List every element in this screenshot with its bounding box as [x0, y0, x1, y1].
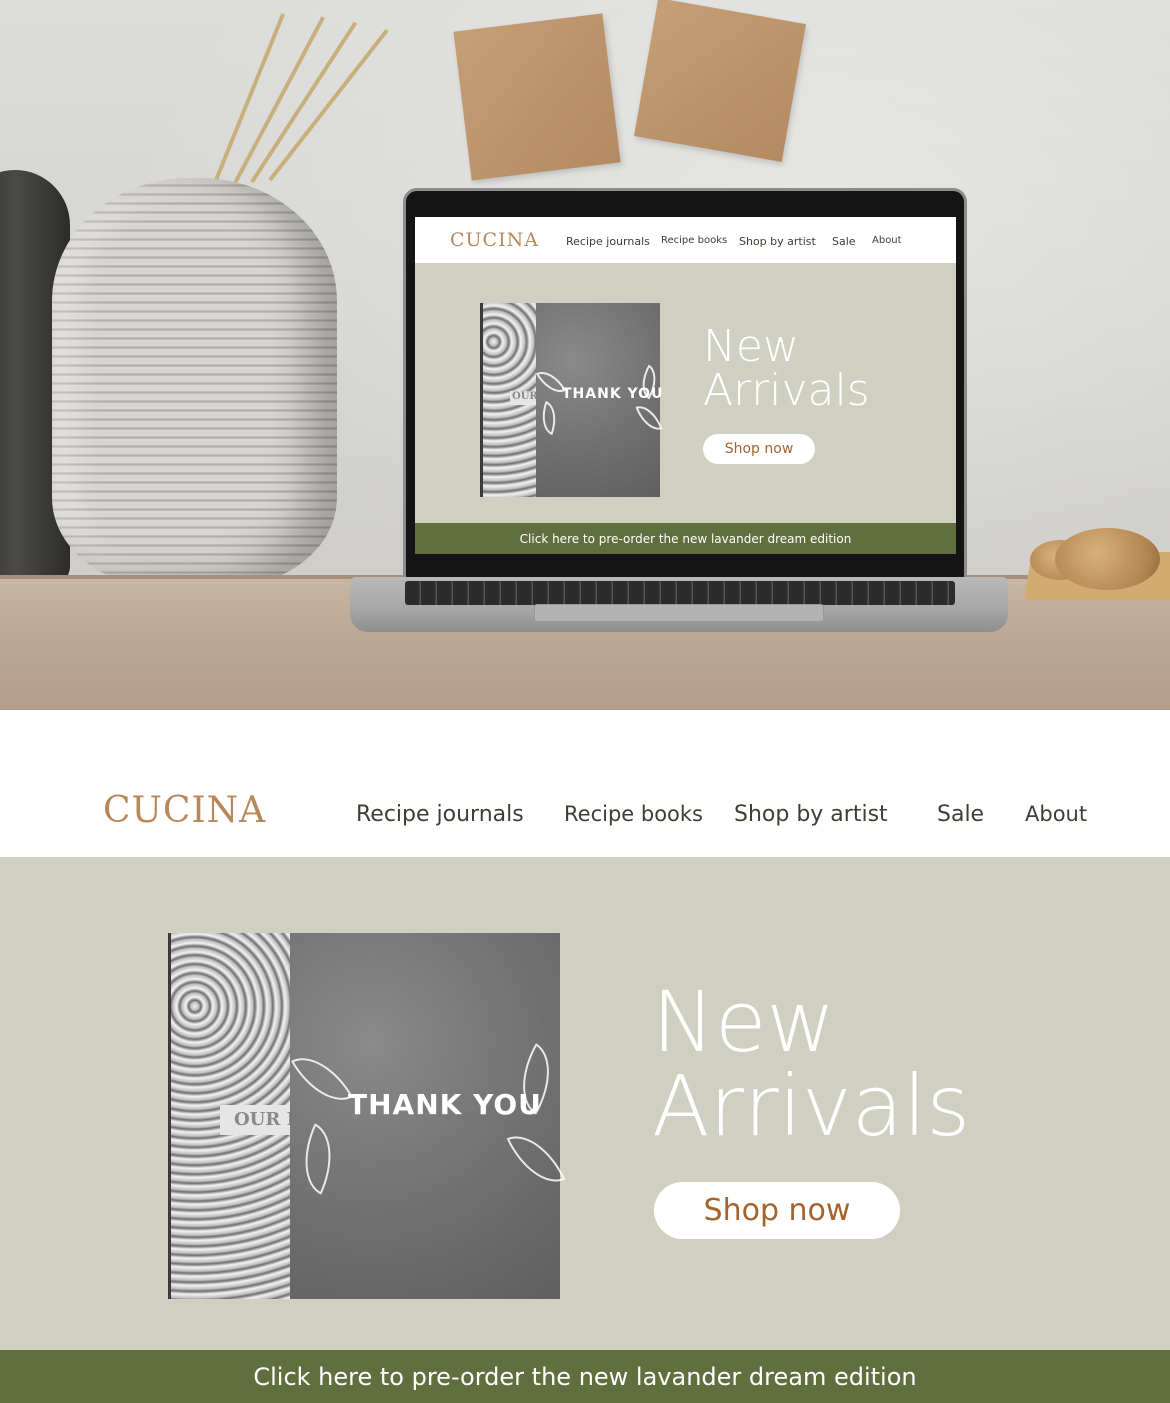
laptop-keyboard: [405, 581, 955, 605]
product-book-image[interactable]: OUR R THANK YOU: [480, 303, 665, 497]
nav-recipe-books[interactable]: Recipe books: [564, 802, 703, 826]
website-hero-section: CUCINA Recipe journals Recipe books Shop…: [0, 770, 1170, 1403]
ribbed-vase: [52, 178, 337, 588]
cover-title: THANK YOU: [562, 386, 664, 402]
hero-headline: New Arrivals: [652, 980, 970, 1148]
leaf-icon: [635, 400, 663, 436]
leaf-icon: [535, 400, 563, 436]
shop-now-button[interactable]: Shop now: [654, 1182, 900, 1239]
brand-logo[interactable]: CUCINA: [103, 790, 266, 831]
nav-shop-by-artist[interactable]: Shop by artist: [739, 235, 816, 248]
cookie: [1055, 528, 1160, 590]
spine-label: OUR R: [220, 1105, 290, 1135]
headline-line-1: New: [652, 973, 836, 1071]
sticky-note: [453, 13, 621, 181]
nav-recipe-journals[interactable]: Recipe journals: [356, 802, 524, 827]
spine-label: OUR R: [510, 391, 536, 405]
shop-now-button[interactable]: Shop now: [703, 434, 815, 464]
headline-line-2: Arrivals: [652, 1057, 971, 1155]
top-nav: CUCINA Recipe journals Recipe books Shop…: [415, 217, 956, 263]
leaf-icon: [506, 1123, 566, 1195]
product-book-image[interactable]: OUR R THANK YOU: [168, 933, 568, 1299]
cover-title: THANK YOU: [348, 1088, 542, 1121]
leaf-icon: [290, 1043, 354, 1115]
nav-sale[interactable]: Sale: [832, 235, 856, 248]
laptop-trackpad: [534, 604, 824, 622]
nav-about[interactable]: About: [872, 235, 902, 246]
top-nav: CUCINA Recipe journals Recipe books Shop…: [0, 770, 1170, 857]
nav-sale[interactable]: Sale: [937, 802, 984, 827]
nav-about[interactable]: About: [1025, 802, 1087, 826]
headline-line-2: Arrivals: [703, 365, 870, 416]
laptop-screen-website: CUCINA Recipe journals Recipe books Shop…: [415, 217, 956, 554]
preorder-banner[interactable]: Click here to pre-order the new lavander…: [415, 523, 956, 554]
hero-headline: New Arrivals: [703, 325, 870, 413]
sticky-note: [633, 0, 807, 162]
nav-shop-by-artist[interactable]: Shop by artist: [734, 802, 888, 827]
nav-recipe-journals[interactable]: Recipe journals: [566, 235, 650, 248]
brand-logo[interactable]: CUCINA: [450, 229, 539, 251]
preorder-banner[interactable]: Click here to pre-order the new lavander…: [0, 1350, 1170, 1403]
headline-line-1: New: [703, 321, 799, 372]
leaf-icon: [288, 1123, 348, 1195]
nav-recipe-books[interactable]: Recipe books: [661, 235, 727, 246]
